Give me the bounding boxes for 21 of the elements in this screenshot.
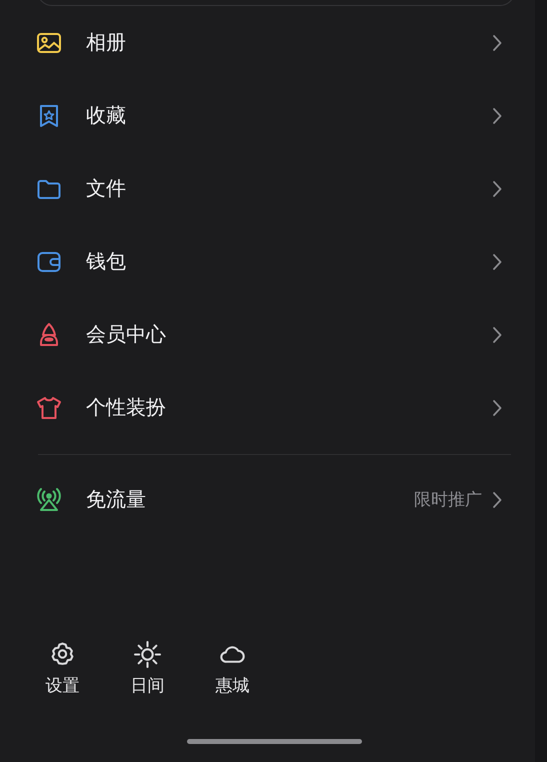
menu-item[interactable]: 会员中心	[0, 298, 535, 371]
chevron-right-icon	[492, 326, 502, 344]
menu-item[interactable]: 收藏	[0, 79, 535, 152]
gear-icon	[49, 641, 76, 668]
promo-tag: 限时推广	[414, 488, 482, 511]
quick-tool-button[interactable]: 设置	[20, 641, 105, 697]
chevron-right-icon	[492, 106, 502, 124]
menu-item[interactable]: 个性装扮	[0, 371, 535, 444]
chevron-right-icon	[492, 180, 502, 198]
home-indicator[interactable]	[187, 739, 362, 744]
chevron-right-icon	[492, 398, 502, 416]
sun-icon	[134, 641, 161, 668]
chevron-right-icon	[492, 252, 502, 270]
quick-tool-button[interactable]: 日间	[105, 641, 190, 697]
menu-item[interactable]: 免流量 限时推广	[0, 463, 535, 536]
chevron-right-icon	[492, 490, 502, 508]
menu-item[interactable]: 钱包	[0, 225, 535, 298]
quick-tool-button[interactable]: 惠城	[190, 641, 275, 697]
chevron-right-icon	[492, 34, 502, 52]
menu-item[interactable]: 文件	[0, 152, 535, 225]
menu-item[interactable]: 相册	[0, 6, 535, 79]
